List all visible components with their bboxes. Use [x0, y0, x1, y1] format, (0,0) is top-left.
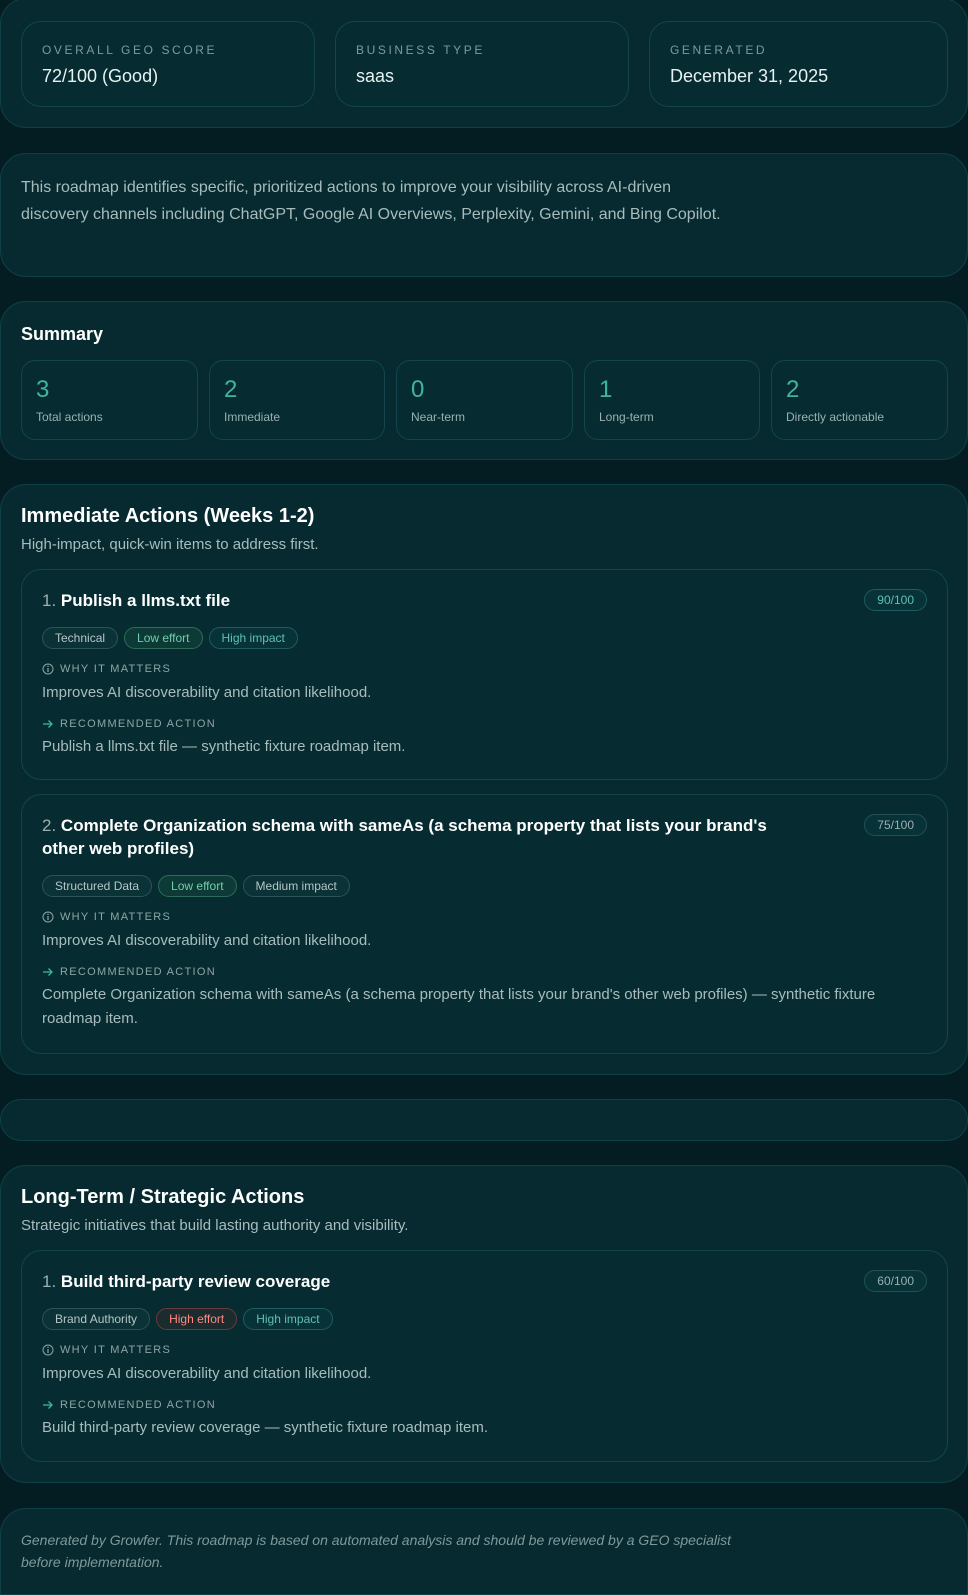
why-it-matters-heading: WHY IT MATTERS	[42, 911, 171, 923]
recommended-action-heading: RECOMMENDED ACTION	[42, 966, 216, 978]
roadmap-item-index: 1.	[42, 1272, 57, 1291]
immediate-actions-section: Immediate Actions (Weeks 1-2) High-impac…	[0, 484, 968, 1075]
summary-stat-value: 1	[599, 376, 613, 403]
summary-stat-value: 0	[411, 376, 425, 403]
roadmap-item-title-text: Publish a llms.txt file	[60, 591, 231, 610]
info-icon	[42, 1344, 54, 1356]
business-type-label: BUSINESS TYPE	[356, 43, 485, 57]
roadmap-item-tags: Brand Authority High effort High impact	[42, 1308, 333, 1330]
priority-score-badge: 60/100	[864, 1270, 927, 1292]
category-tag: Technical	[42, 627, 119, 649]
generated-date: December 31, 2025	[670, 66, 829, 86]
summary-stat-long-term: 1 Long-term	[584, 360, 760, 440]
why-it-matters-label: WHY IT MATTERS	[60, 663, 172, 675]
roadmap-item: 2. Complete Organization schema with sam…	[21, 794, 948, 1054]
overall-geo-score-value: 72/100 (Good)	[42, 66, 159, 86]
summary-stat-label: Immediate	[224, 410, 281, 424]
summary-stat-immediate: 2 Immediate	[209, 360, 385, 440]
recommended-action-heading: RECOMMENDED ACTION	[42, 1399, 216, 1411]
effort-tag: Low effort	[158, 875, 237, 897]
footer-disclaimer: Generated by Growfer. This roadmap is ba…	[21, 1532, 731, 1570]
recommended-action-label: RECOMMENDED ACTION	[60, 966, 217, 978]
header-stats: OVERALL GEO SCORE 72/100 (Good) BUSINESS…	[0, 0, 968, 128]
roadmap-item-tags: Structured Data Low effort Medium impact	[42, 875, 350, 897]
long-term-actions-title: Long-Term / Strategic Actions	[21, 1186, 305, 1208]
why-it-matters-label: WHY IT MATTERS	[60, 1344, 172, 1356]
long-term-actions-subtitle: Strategic initiatives that build lasting…	[21, 1217, 409, 1234]
why-it-matters-label: WHY IT MATTERS	[60, 911, 172, 923]
impact-tag: High impact	[208, 627, 298, 649]
roadmap-item-title: 1. Publish a llms.txt file	[42, 589, 812, 612]
business-type-value: saas	[356, 66, 395, 86]
summary-stat-label: Near-term	[411, 410, 466, 424]
immediate-actions-title: Immediate Actions (Weeks 1-2)	[21, 505, 315, 527]
overall-geo-score-card: OVERALL GEO SCORE 72/100 (Good)	[21, 21, 315, 107]
why-it-matters-heading: WHY IT MATTERS	[42, 1344, 171, 1356]
summary-stat-total: 3 Total actions	[21, 360, 198, 440]
recommended-action-label: RECOMMENDED ACTION	[60, 718, 217, 730]
impact-tag: Medium impact	[242, 875, 350, 897]
info-icon	[42, 911, 54, 923]
near-term-section	[0, 1099, 968, 1141]
effort-tag: High effort	[156, 1308, 238, 1330]
priority-score-badge: 90/100	[864, 589, 927, 611]
category-tag: Brand Authority	[42, 1308, 151, 1330]
summary-title: Summary	[21, 324, 104, 344]
summary-stat-value: 3	[36, 376, 50, 403]
recommended-action-text: Publish a llms.txt file — synthetic fixt…	[42, 738, 406, 755]
footer-card: Generated by Growfer. This roadmap is ba…	[0, 1508, 968, 1595]
summary-stat-value: 2	[786, 376, 800, 403]
intro-card: This roadmap identifies specific, priori…	[0, 153, 968, 277]
effort-tag: Low effort	[124, 627, 203, 649]
priority-score-badge: 75/100	[864, 814, 927, 836]
immediate-actions-subtitle: High-impact, quick-win items to address …	[21, 536, 319, 553]
roadmap-item-index: 2.	[42, 816, 57, 835]
roadmap-item-tags: Technical Low effort High impact	[42, 627, 298, 649]
long-term-actions-section: Long-Term / Strategic Actions Strategic …	[0, 1165, 968, 1483]
arrow-right-icon	[43, 720, 53, 728]
summary-stat-label: Total actions	[36, 410, 103, 424]
why-it-matters-text: Improves AI discoverability and citation…	[42, 1365, 372, 1382]
impact-tag: High impact	[243, 1308, 333, 1330]
recommended-action-heading: RECOMMENDED ACTION	[42, 718, 216, 730]
summary-stat-label: Long-term	[599, 410, 654, 424]
intro-text: This roadmap identifies specific, priori…	[21, 179, 721, 223]
category-tag: Structured Data	[42, 875, 153, 897]
summary-stat-near-term: 0 Near-term	[396, 360, 573, 440]
why-it-matters-text: Improves AI discoverability and citation…	[42, 932, 372, 949]
arrow-right-icon	[43, 1401, 53, 1409]
roadmap-item-title-text: Build third-party review coverage	[60, 1272, 331, 1291]
generated-card: GENERATED December 31, 2025	[649, 21, 948, 107]
roadmap-item-title-text: Complete Organization schema with sameAs…	[42, 816, 767, 858]
roadmap-item-title: 1. Build third-party review coverage	[42, 1270, 812, 1293]
recommended-action-text: Complete Organization schema with sameAs…	[42, 986, 876, 1027]
summary-card: Summary 3 Total actions 2 Immediate 0 Ne…	[0, 301, 968, 460]
info-icon	[42, 663, 54, 675]
roadmap-item: 1. Publish a llms.txt file 90/100 Techni…	[21, 569, 948, 780]
roadmap-item-index: 1.	[42, 591, 57, 610]
arrow-right-icon	[43, 968, 53, 976]
roadmap-item-title: 2. Complete Organization schema with sam…	[42, 814, 812, 860]
overall-geo-score-label: OVERALL GEO SCORE	[42, 43, 218, 57]
generated-label: GENERATED	[670, 43, 768, 57]
summary-stat-label: Directly actionable	[786, 410, 885, 424]
why-it-matters-heading: WHY IT MATTERS	[42, 663, 171, 675]
business-type-card: BUSINESS TYPE saas	[335, 21, 629, 107]
summary-stat-directly-actionable: 2 Directly actionable	[771, 360, 948, 440]
recommended-action-label: RECOMMENDED ACTION	[60, 1399, 217, 1411]
recommended-action-text: Build third-party review coverage — synt…	[42, 1419, 489, 1436]
roadmap-item: 1. Build third-party review coverage 60/…	[21, 1250, 948, 1462]
why-it-matters-text: Improves AI discoverability and citation…	[42, 684, 372, 701]
summary-stat-value: 2	[224, 376, 238, 403]
